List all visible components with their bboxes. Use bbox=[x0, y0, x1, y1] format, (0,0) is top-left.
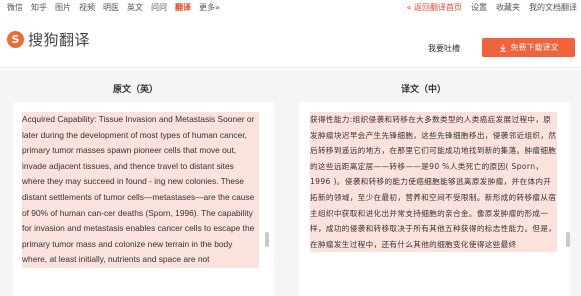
source-text: Acquired Capability: Tissue Invasion and… bbox=[22, 112, 259, 268]
nav-link-english[interactable]: 英文 bbox=[127, 1, 143, 14]
settings-link[interactable]: 设置 bbox=[471, 1, 487, 14]
download-button-label: 免费下载译文 bbox=[510, 43, 559, 52]
back-to-translate-home-link[interactable]: « 返回翻译首页 bbox=[407, 1, 462, 14]
target-text: 获得性能力:组织侵袭和转移在大多数类型的人类癌症发展过程中，原发肿瘤块迟早会产生… bbox=[310, 112, 557, 253]
logo-text: 搜狗翻译 bbox=[28, 31, 91, 49]
target-panel-scrollbar[interactable] bbox=[566, 232, 570, 247]
favorites-link[interactable]: 收藏夹 bbox=[496, 1, 520, 14]
header: S 搜狗翻译 我要吐槽 免费下载译文 bbox=[0, 15, 581, 68]
nav-link-mingyi[interactable]: 明医 bbox=[103, 1, 119, 14]
sogou-translate-logo[interactable]: S 搜狗翻译 bbox=[7, 29, 90, 50]
nav-link-video[interactable]: 视频 bbox=[79, 1, 95, 14]
source-column-title: 原文（英） bbox=[113, 85, 159, 95]
nav-link-weixin[interactable]: 微信 bbox=[7, 1, 23, 14]
target-column-title: 译文（中） bbox=[401, 85, 447, 95]
nav-link-wenwen[interactable]: 问问 bbox=[151, 1, 167, 14]
nav-link-more[interactable]: 更多» bbox=[199, 1, 220, 14]
nav-link-translate[interactable]: 翻译 bbox=[175, 1, 191, 14]
feedback-link[interactable]: 我要吐槽 bbox=[428, 43, 460, 54]
target-text-panel[interactable]: 获得性能力:组织侵袭和转移在大多数类型的人类癌症发展过程中，原发肿瘤块迟早会产生… bbox=[299, 102, 570, 296]
download-arrow-icon bbox=[499, 44, 506, 52]
my-document-translation-link[interactable]: 我的文档翻译 bbox=[529, 1, 577, 14]
top-nav-right: « 返回翻译首页 设置 收藏夹 我的文档翻译 bbox=[407, 1, 577, 14]
top-nav-links: 微信 知乎 图片 视频 明医 英文 问问 翻译 更多» bbox=[7, 1, 220, 14]
translation-content: 原文（英） 译文（中） Acquired Capability: Tissue … bbox=[0, 69, 581, 296]
source-panel-scrollbar[interactable] bbox=[265, 232, 269, 247]
download-translation-button[interactable]: 免费下载译文 bbox=[482, 38, 575, 57]
nav-link-zhihu[interactable]: 知乎 bbox=[31, 1, 47, 14]
top-navigation: 微信 知乎 图片 视频 明医 英文 问问 翻译 更多» « 返回翻译首页 设置 … bbox=[0, 0, 581, 15]
sogou-logo-icon: S bbox=[7, 31, 24, 48]
nav-link-images[interactable]: 图片 bbox=[55, 1, 71, 14]
source-text-panel[interactable]: Acquired Capability: Tissue Invasion and… bbox=[13, 102, 274, 296]
